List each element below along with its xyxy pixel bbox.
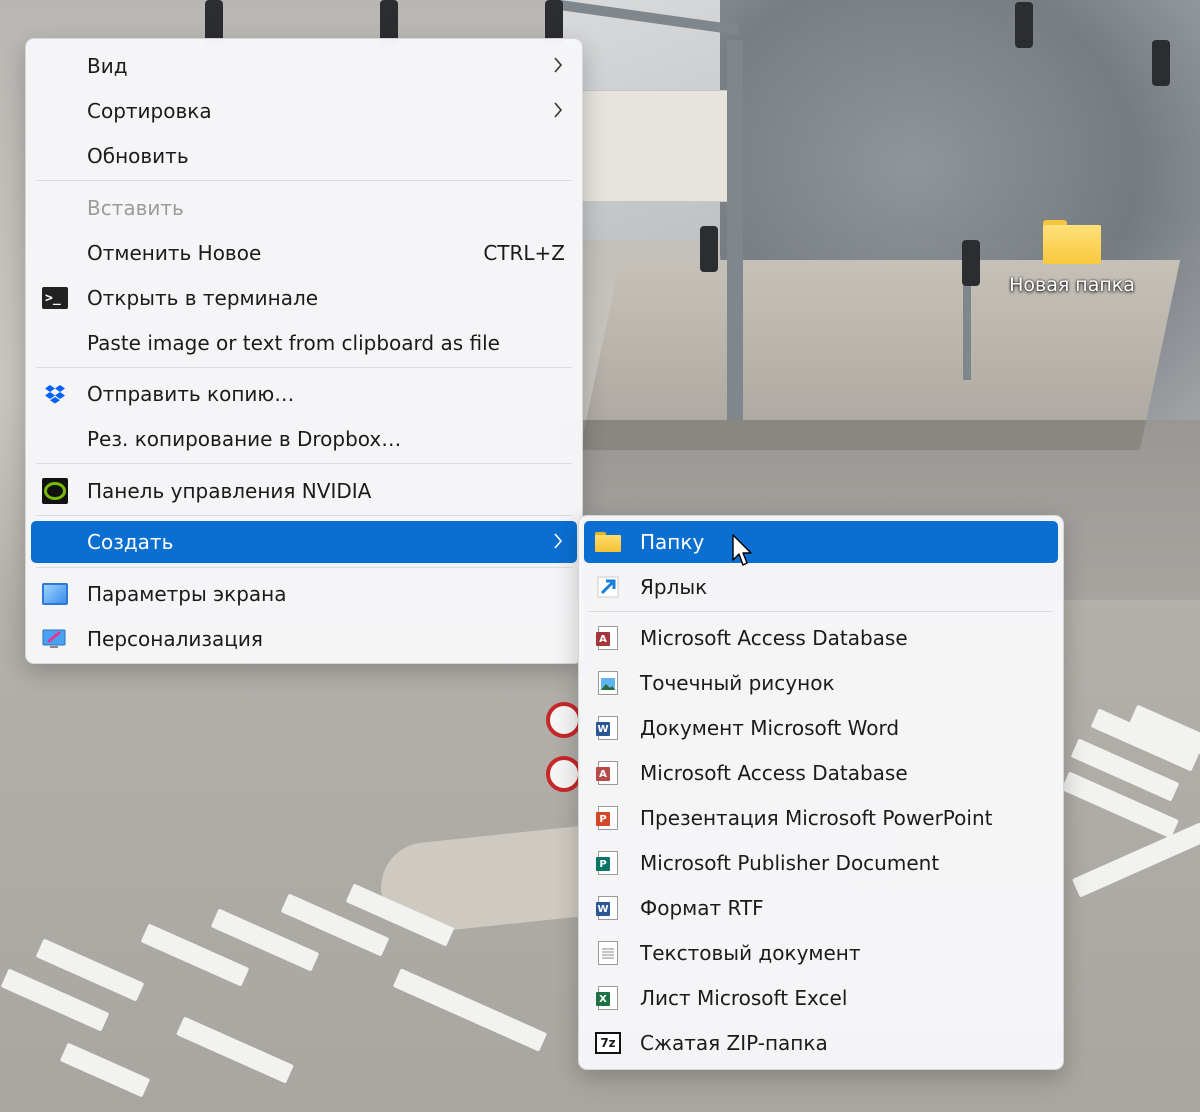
- menu-item-open-terminal[interactable]: >_ Открыть в терминале: [31, 277, 577, 319]
- menu-item-view[interactable]: Вид: [31, 45, 577, 87]
- menu-separator: [36, 180, 572, 181]
- submenu-item-powerpoint[interactable]: P Презентация Microsoft PowerPoint: [584, 797, 1058, 839]
- submenu-item-publisher[interactable]: P Microsoft Publisher Document: [584, 842, 1058, 884]
- submenu-item-zip[interactable]: 7z Сжатая ZIP-папка: [584, 1022, 1058, 1064]
- nvidia-icon: [42, 478, 68, 504]
- submenu-item-word-document[interactable]: W Документ Microsoft Word: [584, 707, 1058, 749]
- chevron-right-icon: [554, 533, 563, 549]
- desktop-icon-new-folder[interactable]: Новая папка: [1004, 220, 1140, 296]
- terminal-icon: >_: [42, 286, 68, 310]
- chevron-right-icon: [554, 57, 563, 73]
- dropbox-icon: [42, 382, 68, 406]
- publisher-icon: P: [595, 851, 621, 875]
- menu-item-paste: Вставить: [87, 196, 184, 220]
- personalization-icon: [42, 627, 68, 651]
- chevron-right-icon: [554, 102, 563, 118]
- submenu-item-bitmap[interactable]: Точечный рисунок: [584, 662, 1058, 704]
- menu-item-personalization[interactable]: Персонализация: [31, 618, 577, 660]
- zip-icon: 7z: [595, 1031, 621, 1055]
- submenu-item-access-database-2[interactable]: A Microsoft Access Database: [584, 752, 1058, 794]
- word-icon: W: [595, 716, 621, 740]
- menu-separator: [589, 611, 1053, 612]
- menu-item-send-copy-dropbox[interactable]: Отправить копию…: [31, 373, 577, 415]
- powerpoint-icon: P: [595, 806, 621, 830]
- access-icon: A: [595, 761, 621, 785]
- submenu-item-folder[interactable]: Папку: [584, 521, 1058, 563]
- menu-item-sort[interactable]: Сортировка: [31, 90, 577, 132]
- menu-item-paste-as-file[interactable]: Paste image or text from clipboard as fi…: [31, 322, 577, 364]
- menu-item-refresh[interactable]: Обновить: [31, 135, 577, 177]
- menu-item-undo-new[interactable]: Отменить Новое CTRL+Z: [31, 232, 577, 274]
- menu-item-dropbox-backup[interactable]: Рез. копирование в Dropbox…: [31, 418, 577, 460]
- submenu-item-excel[interactable]: X Лист Microsoft Excel: [584, 977, 1058, 1019]
- folder-icon: [595, 530, 621, 554]
- menu-item-create[interactable]: Создать: [31, 521, 577, 563]
- shortcut-label: CTRL+Z: [483, 241, 565, 265]
- access-icon: A: [595, 626, 621, 650]
- display-icon: [42, 582, 68, 606]
- text-document-icon: [595, 941, 621, 965]
- menu-item-nvidia-panel[interactable]: Панель управления NVIDIA: [31, 470, 577, 512]
- create-submenu: Папку Ярлык A Microsoft Access Database …: [578, 515, 1064, 1070]
- shortcut-icon: [595, 575, 621, 599]
- submenu-item-access-database[interactable]: A Microsoft Access Database: [584, 617, 1058, 659]
- rtf-icon: W: [595, 896, 621, 920]
- menu-separator: [36, 567, 572, 568]
- folder-icon: [1043, 220, 1101, 264]
- submenu-item-shortcut[interactable]: Ярлык: [584, 566, 1058, 608]
- bitmap-icon: [595, 671, 621, 695]
- submenu-item-text-document[interactable]: Текстовый документ: [584, 932, 1058, 974]
- menu-item-display-settings[interactable]: Параметры экрана: [31, 573, 577, 615]
- excel-icon: X: [595, 986, 621, 1010]
- menu-separator: [36, 367, 572, 368]
- desktop-icon-label: Новая папка: [1009, 274, 1135, 296]
- mouse-cursor-icon: [732, 534, 752, 566]
- submenu-item-rtf[interactable]: W Формат RTF: [584, 887, 1058, 929]
- menu-separator: [36, 463, 572, 464]
- menu-separator: [36, 515, 572, 516]
- desktop-context-menu: Вид Сортировка Обновить Вставить Отменит…: [25, 38, 583, 664]
